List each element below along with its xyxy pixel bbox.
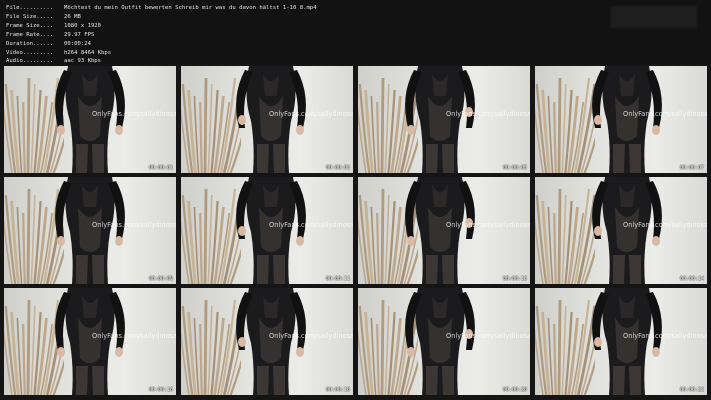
thumbnail-10[interactable]: OnlyFans.com/sallydinosaur 00:00:18	[181, 288, 353, 395]
watermark-text: OnlyFans.com/sallydinosaur	[92, 221, 176, 229]
thumbnail-timestamp: 00:00:16	[148, 387, 173, 393]
thumbnail-timestamp: 00:00:14	[679, 276, 704, 282]
thumbnail-timestamp: 00:00:07	[679, 165, 704, 171]
thumbnail-timestamp: 00:00:20	[502, 387, 527, 393]
thumbnail-timestamp: 00:00:22	[679, 387, 704, 393]
watermark-text: OnlyFans.com/sallydinosaur	[623, 110, 707, 118]
watermark-text: OnlyFans.com/sallydinosaur	[446, 332, 530, 340]
thumbnail-timestamp: 00:00:18	[325, 387, 350, 393]
thumbnail-timestamp: 00:00:13	[502, 276, 527, 282]
video-info-panel: File.......... Möchtest du mein Outfit be…	[0, 0, 711, 64]
person-image	[211, 177, 323, 284]
thumbnail-timestamp: 00:00:09	[148, 276, 173, 282]
thumbnail-timestamp: 00:00:03	[325, 165, 350, 171]
thumbnail-timestamp: 00:00:11	[325, 276, 350, 282]
thumbnail-4[interactable]: OnlyFans.com/sallydinosaur 00:00:07	[535, 66, 707, 173]
watermark-text: OnlyFans.com/sallydinosaur	[623, 221, 707, 229]
thumbnail-8[interactable]: OnlyFans.com/sallydinosaur 00:00:14	[535, 177, 707, 284]
person-image	[211, 66, 323, 173]
person-image	[34, 288, 146, 395]
person-image	[388, 177, 500, 284]
watermark-text: OnlyFans.com/sallydinosaur	[269, 110, 353, 118]
thumbnail-2[interactable]: OnlyFans.com/sallydinosaur 00:00:03	[181, 66, 353, 173]
thumbnail-11[interactable]: OnlyFans.com/sallydinosaur 00:00:20	[358, 288, 530, 395]
contact-sheet: File.......... Möchtest du mein Outfit be…	[0, 0, 711, 400]
info-row-file-size: File Size..... 26 MB	[6, 14, 81, 20]
thumbnail-5[interactable]: OnlyFans.com/sallydinosaur 00:00:09	[4, 177, 176, 284]
watermark-text: OnlyFans.com/sallydinosaur	[269, 332, 353, 340]
person-image	[211, 288, 323, 395]
info-row-video: Video......... h264 8464 Kbps	[6, 50, 112, 56]
watermark-text: OnlyFans.com/sallydinosaur	[92, 332, 176, 340]
watermark-text: OnlyFans.com/sallydinosaur	[623, 332, 707, 340]
watermark-text: OnlyFans.com/sallydinosaur	[269, 221, 353, 229]
thumbnail-timestamp: 00:00:01	[148, 165, 173, 171]
watermark-text: OnlyFans.com/sallydinosaur	[446, 110, 530, 118]
thumbnail-3[interactable]: OnlyFans.com/sallydinosaur 00:00:05	[358, 66, 530, 173]
thumbnail-timestamp: 00:00:05	[502, 165, 527, 171]
thumbnail-7[interactable]: OnlyFans.com/sallydinosaur 00:00:13	[358, 177, 530, 284]
person-image	[34, 66, 146, 173]
person-image	[34, 177, 146, 284]
person-image	[565, 177, 677, 284]
info-row-frame-size: Frame Size.... 1080 x 1920	[6, 23, 102, 29]
info-row-file: File.......... Möchtest du mein Outfit be…	[6, 5, 317, 11]
watermark-text: OnlyFans.com/sallydinosaur	[92, 110, 176, 118]
person-image	[565, 66, 677, 173]
blurred-watermark-logo	[611, 6, 697, 28]
watermark-text: OnlyFans.com/sallydinosaur	[446, 221, 530, 229]
person-image	[388, 66, 500, 173]
thumbnail-1[interactable]: OnlyFans.com/sallydinosaur 00:00:01	[4, 66, 176, 173]
person-image	[388, 288, 500, 395]
thumbnail-9[interactable]: OnlyFans.com/sallydinosaur 00:00:16	[4, 288, 176, 395]
thumbnail-6[interactable]: OnlyFans.com/sallydinosaur 00:00:11	[181, 177, 353, 284]
info-row-frame-rate: Frame Rate.... 29.97 FPS	[6, 32, 95, 38]
person-image	[565, 288, 677, 395]
info-row-duration: Duration...... 00:00:24	[6, 41, 91, 47]
info-row-audio: Audio......... aac 93 Kbps	[6, 58, 102, 64]
thumbnail-12[interactable]: OnlyFans.com/sallydinosaur 00:00:22	[535, 288, 707, 395]
